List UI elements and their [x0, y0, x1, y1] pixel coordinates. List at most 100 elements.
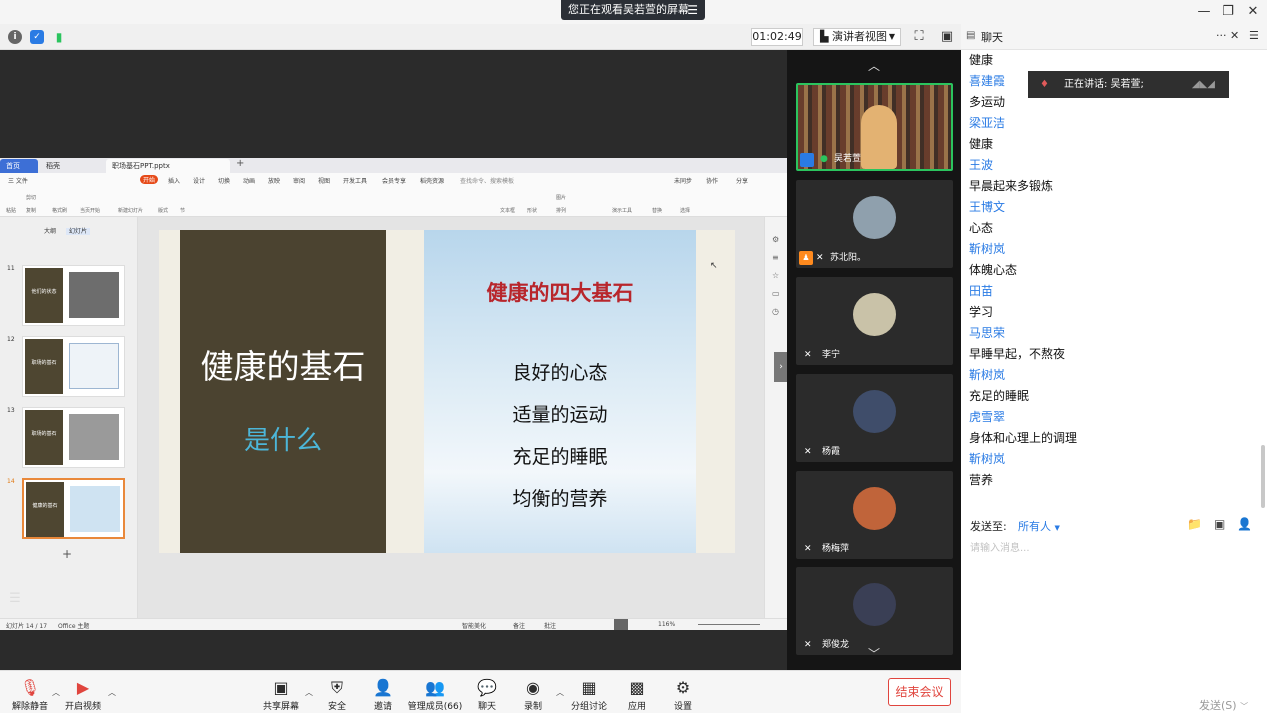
- chat-input[interactable]: 请输入消息...: [970, 539, 1030, 554]
- video-tile[interactable]: ♟ ✕ 苏北阳。: [796, 180, 953, 268]
- play-icon[interactable]: [614, 619, 628, 630]
- end-meeting-button[interactable]: 结束会议: [888, 678, 951, 706]
- send-to-dropdown[interactable]: 所有人 ▼: [1018, 518, 1060, 534]
- ribbon-arrange[interactable]: 排列: [556, 207, 566, 214]
- banner-menu-icon[interactable]: ☰: [687, 0, 698, 20]
- slide-thumbnail-selected[interactable]: 健康的基石: [22, 478, 125, 539]
- slide-item: 良好的心态: [512, 362, 608, 384]
- tool-icon[interactable]: ⚙: [772, 235, 779, 244]
- ppt-menu-start[interactable]: 开始: [140, 175, 159, 184]
- video-tile[interactable]: ✕ 杨霞: [796, 374, 953, 462]
- minimize-button[interactable]: —: [1196, 4, 1212, 20]
- send-button[interactable]: 发送(S) ﹀: [1199, 697, 1248, 713]
- beautify-button[interactable]: 智能美化: [462, 621, 486, 630]
- signal-strength-icon[interactable]: ▮: [52, 30, 66, 44]
- start-video-button[interactable]: ▶ 开启视频: [53, 671, 113, 713]
- ppt-menu-file[interactable]: 三 文件: [8, 176, 28, 185]
- slide-thumbnail[interactable]: 职场的基石: [22, 336, 125, 397]
- current-slide[interactable]: 健康的基石 是什么 健康的四大基石 良好的心态 适量的运动 充足的睡眠 均衡的营…: [159, 230, 735, 553]
- ppt-tab-home[interactable]: 首页: [0, 159, 38, 173]
- security-shield-icon[interactable]: ✓: [30, 30, 44, 44]
- settings-button[interactable]: ⚙ 设置: [653, 671, 713, 713]
- new-tab-icon[interactable]: +: [236, 158, 244, 169]
- ppt-tab-file[interactable]: 职场基石PPT.pptx: [106, 159, 230, 173]
- thumb-tab-slides[interactable]: 幻灯片: [65, 228, 90, 235]
- ppt-share-button[interactable]: 分享: [736, 176, 748, 185]
- user-icon[interactable]: 👤: [1237, 517, 1252, 531]
- ppt-menu-design[interactable]: 设计: [193, 176, 205, 185]
- ribbon-present-tools[interactable]: 演示工具: [612, 207, 632, 214]
- ppt-menu-view[interactable]: 视图: [318, 176, 330, 185]
- ppt-sync-status[interactable]: 未同步: [674, 176, 692, 185]
- chevron-up-icon[interactable]: ︿: [108, 687, 116, 698]
- close-chat-icon[interactable]: ✕: [1230, 29, 1239, 42]
- chat-scrollbar[interactable]: [1261, 445, 1265, 508]
- participant-name: 郑俊龙: [822, 640, 850, 650]
- fullscreen-icon[interactable]: ⛶: [911, 29, 927, 45]
- add-slide-icon[interactable]: +: [62, 547, 72, 561]
- slide-thumbnail[interactable]: 职场的基石: [22, 407, 125, 468]
- ribbon-shape[interactable]: 形状: [527, 207, 537, 214]
- ribbon-paste[interactable]: 粘贴: [6, 207, 16, 214]
- slide-thumbnail[interactable]: 他们的状态: [22, 265, 125, 326]
- ribbon-replace[interactable]: 替换: [652, 207, 662, 214]
- notes-button[interactable]: 备注: [513, 621, 525, 630]
- ppt-search-field[interactable]: 查找命令、搜索模板: [460, 176, 514, 185]
- manage-members-button[interactable]: 👥 管理成员(66): [405, 671, 465, 713]
- video-tile[interactable]: ✕ 杨梅萍: [796, 471, 953, 559]
- ppt-menu-devtools[interactable]: 开发工具: [343, 176, 367, 185]
- video-tile[interactable]: ✕ 郑俊龙: [796, 567, 953, 655]
- zoom-slider[interactable]: [698, 624, 760, 625]
- video-tile[interactable]: ✕ 李宁: [796, 277, 953, 365]
- ppt-menu-animation[interactable]: 动画: [243, 176, 255, 185]
- thumb-tab-outline[interactable]: 大纲: [44, 228, 56, 235]
- chat-sender: 靳树岚: [969, 452, 1006, 466]
- speaking-wave-icon: ◢◣◢: [1191, 79, 1215, 90]
- info-icon[interactable]: i: [8, 30, 22, 44]
- share-screen-button[interactable]: ▣ 共享屏幕: [251, 671, 311, 713]
- list-menu-icon[interactable]: ☰: [4, 588, 26, 610]
- ribbon-cut[interactable]: 剪切: [26, 194, 36, 201]
- avatar: [853, 390, 896, 433]
- ribbon-section[interactable]: 节: [180, 207, 185, 214]
- tool-icon[interactable]: ≡: [772, 253, 779, 262]
- ribbon-from-current[interactable]: 当页开始: [80, 207, 100, 214]
- ribbon-select[interactable]: 选择: [680, 207, 690, 214]
- close-window-button[interactable]: ✕: [1245, 4, 1261, 20]
- ppt-menu-insert[interactable]: 插入: [168, 176, 180, 185]
- scroll-up-icon[interactable]: ︿: [867, 57, 881, 74]
- ppt-menu-review[interactable]: 审阅: [293, 176, 305, 185]
- video-tile-active[interactable]: 吴若萱 ●: [796, 83, 953, 171]
- panel-toggle-icon[interactable]: ▣: [939, 29, 955, 45]
- comment-button[interactable]: 批注: [544, 621, 556, 630]
- unmute-button[interactable]: 🎙 解除静音: [0, 671, 60, 713]
- chat-message-text: 学习: [969, 305, 994, 319]
- view-mode-dropdown[interactable]: ▙ 演讲者视图 ▼: [813, 28, 901, 46]
- file-icon[interactable]: 📁: [1187, 517, 1202, 531]
- ribbon-picture[interactable]: 图片: [556, 194, 566, 201]
- save-chat-icon[interactable]: ▣: [1214, 517, 1225, 531]
- invite-button[interactable]: 👤 邀请: [353, 671, 413, 713]
- restore-button[interactable]: ❐: [1220, 4, 1236, 20]
- ppt-ribbon: 粘贴 剪切 复制 格式刷 当页开始 新建幻灯片 版式 节 文本框 形状 排列 图…: [0, 187, 787, 217]
- tool-icon[interactable]: ☆: [772, 271, 779, 280]
- ribbon-format-painter[interactable]: 格式刷: [52, 207, 67, 214]
- ppt-tab-docer[interactable]: 稻壳: [40, 159, 102, 173]
- ppt-menu-member[interactable]: 会员专享: [382, 176, 406, 185]
- chat-menu-icon[interactable]: ☰: [1249, 29, 1259, 42]
- tool-icon[interactable]: ▭: [772, 289, 780, 298]
- share-banner[interactable]: 您正在观看吴若萱的屏幕 ☰: [561, 0, 705, 20]
- record-button[interactable]: ◉ 录制: [503, 671, 563, 713]
- ppt-menu-slideshow[interactable]: 放映: [268, 176, 280, 185]
- ribbon-new-slide[interactable]: 新建幻灯片: [118, 207, 143, 214]
- tool-icon[interactable]: ◷: [772, 307, 779, 316]
- collapse-panel-icon[interactable]: ›: [774, 352, 788, 382]
- ribbon-textbox[interactable]: 文本框: [500, 207, 515, 214]
- more-options-icon[interactable]: ···: [1216, 29, 1227, 42]
- scroll-down-icon[interactable]: ﹀: [867, 645, 881, 662]
- ppt-menu-transition[interactable]: 切换: [218, 176, 230, 185]
- ppt-collab-button[interactable]: 协作: [706, 176, 718, 185]
- ppt-menu-docer[interactable]: 稻壳资源: [420, 176, 444, 185]
- ribbon-layout[interactable]: 版式: [158, 207, 168, 214]
- ribbon-copy[interactable]: 复制: [26, 207, 36, 214]
